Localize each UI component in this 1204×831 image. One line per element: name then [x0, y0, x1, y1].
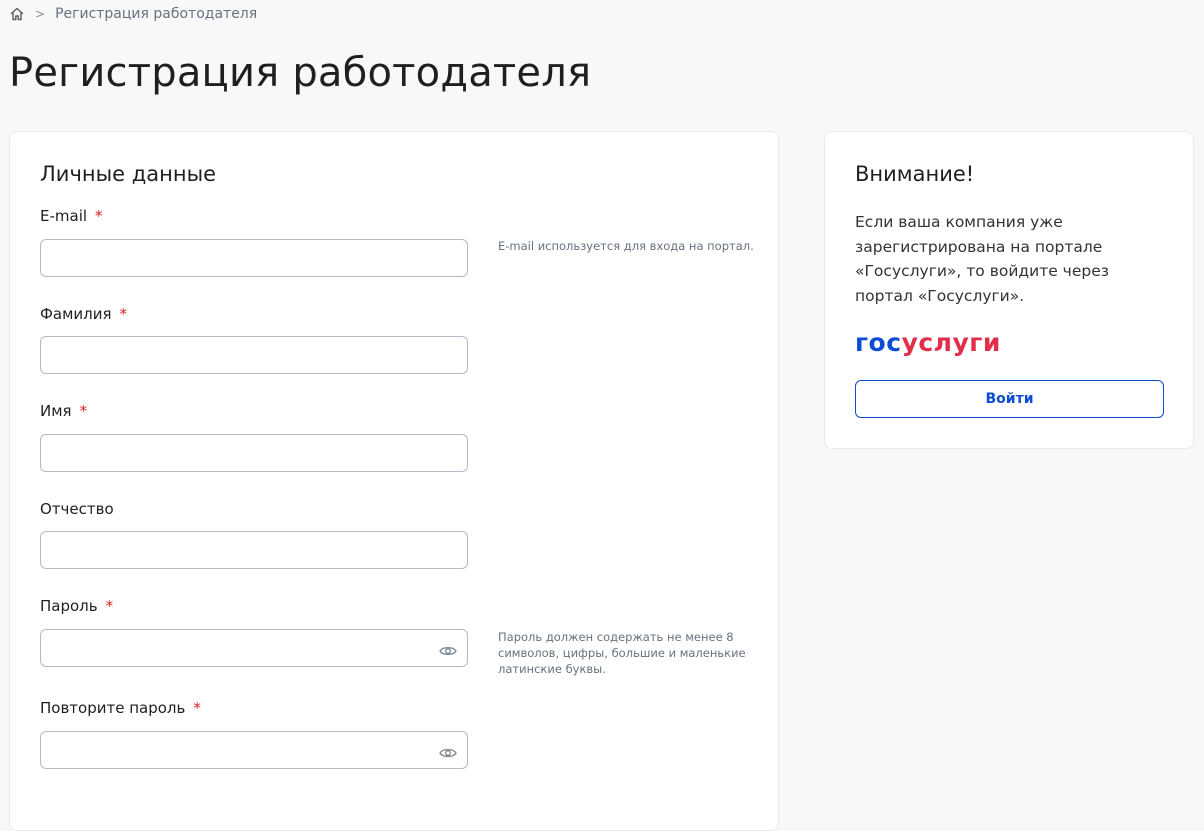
last-name-input[interactable]	[40, 336, 468, 374]
notice-text: Если ваша компания уже зарегистрирована …	[855, 213, 1109, 305]
repeat-password-input[interactable]	[40, 731, 468, 769]
repeat-password-label: Повторите пароль *	[40, 699, 201, 717]
required-mark: *	[79, 402, 88, 420]
first-name-label-text: Имя	[40, 402, 72, 420]
password-input[interactable]	[40, 629, 468, 667]
first-name-input[interactable]	[40, 434, 468, 472]
email-hint: E-mail используется для входа на портал.	[498, 239, 754, 253]
required-mark: *	[119, 305, 128, 323]
notice-title: Внимание!	[855, 162, 975, 186]
email-input[interactable]	[40, 239, 468, 277]
last-name-label-text: Фамилия	[40, 305, 112, 323]
password-label-text: Пароль	[40, 597, 98, 615]
repeat-password-label-text: Повторите пароль	[40, 699, 186, 717]
patronymic-label-text: Отчество	[40, 500, 114, 518]
breadcrumb-separator: >	[35, 7, 46, 21]
personal-data-card: Личные данные E-mail * E-mail используетс…	[9, 131, 779, 831]
required-mark: *	[95, 207, 103, 225]
patronymic-label: Отчество	[40, 500, 114, 518]
email-label: E-mail *	[40, 207, 103, 225]
required-mark: *	[193, 699, 201, 717]
breadcrumb-current: Регистрация работодателя	[55, 6, 258, 22]
eye-icon[interactable]	[439, 744, 457, 758]
gosuslugi-logo-part2: услуги	[901, 328, 1001, 357]
home-icon[interactable]	[9, 6, 25, 22]
gosuslugi-logo-part1: гос	[855, 328, 902, 357]
gosuslugi-logo: госуслуги	[855, 328, 1001, 357]
password-hint: Пароль должен содержать не менее 8 симво…	[498, 630, 746, 676]
gosuslugi-login-button[interactable]: Войти	[855, 380, 1164, 418]
section-title: Личные данные	[40, 162, 217, 186]
breadcrumb: > Регистрация работодателя	[9, 6, 257, 22]
required-mark: *	[105, 597, 114, 615]
notice-card: Внимание! Если ваша компания уже зарегис…	[824, 131, 1194, 449]
email-label-text: E-mail	[40, 207, 88, 225]
eye-icon[interactable]	[439, 642, 457, 656]
first-name-label: Имя *	[40, 402, 87, 420]
patronymic-input[interactable]	[40, 531, 468, 569]
page-title: Регистрация работодателя	[9, 50, 592, 96]
password-label: Пароль *	[40, 597, 113, 615]
last-name-label: Фамилия *	[40, 305, 127, 323]
